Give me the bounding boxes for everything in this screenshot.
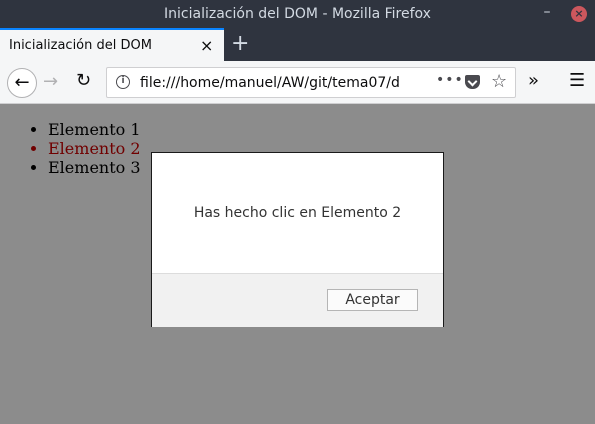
alert-dialog: Has hecho clic en Elemento 2 Aceptar xyxy=(151,152,444,327)
overflow-chevron-icon[interactable]: » xyxy=(528,70,539,91)
back-arrow-icon[interactable]: ← xyxy=(7,68,37,98)
dialog-footer: Aceptar xyxy=(152,273,443,327)
tab-strip: Inicialización del DOM × + xyxy=(0,28,595,61)
new-tab-icon[interactable]: + xyxy=(231,31,249,56)
forward-arrow-icon[interactable]: → xyxy=(43,71,58,92)
window-title: Inicialización del DOM - Mozilla Firefox xyxy=(164,6,431,22)
url-bar[interactable]: i file:///home/manuel/AW/git/tema07/de •… xyxy=(106,67,516,98)
info-icon[interactable]: i xyxy=(116,75,130,89)
tab-inicializacion[interactable]: Inicialización del DOM × xyxy=(0,28,224,61)
navigation-bar: ← → ↻ i file:///home/manuel/AW/git/tema0… xyxy=(0,61,595,104)
page-actions-icon[interactable]: ••• xyxy=(436,72,464,88)
window-close-icon[interactable]: × xyxy=(571,6,587,22)
hamburger-menu-icon[interactable]: ☰ xyxy=(569,70,585,91)
bookmark-star-icon[interactable]: ☆ xyxy=(491,71,507,92)
url-text[interactable]: file:///home/manuel/AW/git/tema07/de xyxy=(140,75,400,91)
window-titlebar: Inicialización del DOM - Mozilla Firefox… xyxy=(0,0,595,28)
pocket-icon[interactable] xyxy=(465,75,480,89)
reload-icon[interactable]: ↻ xyxy=(76,70,91,91)
minimize-icon[interactable]: – xyxy=(540,4,554,22)
tab-label: Inicialización del DOM xyxy=(9,38,152,53)
accept-button[interactable]: Aceptar xyxy=(327,289,418,311)
tab-close-icon[interactable]: × xyxy=(200,36,213,55)
alert-message: Has hecho clic en Elemento 2 xyxy=(193,205,402,221)
